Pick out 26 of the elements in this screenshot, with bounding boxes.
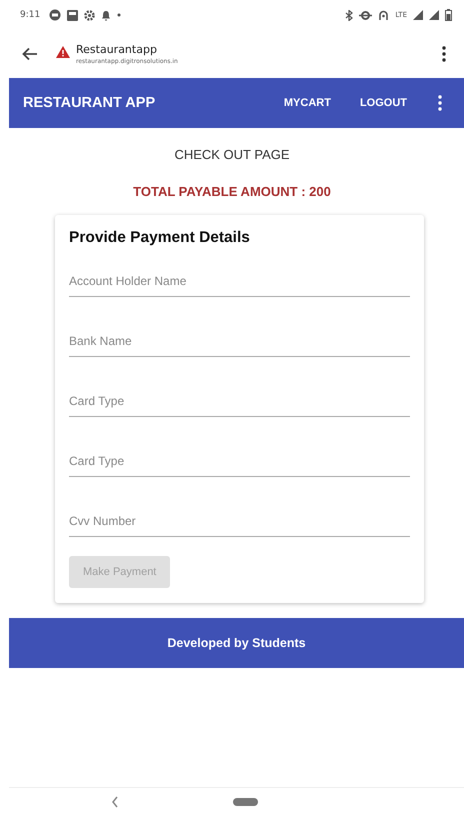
battery-icon: [445, 9, 452, 21]
page-heading: CHECK OUT PAGE: [173, 147, 291, 162]
input-field[interactable]: Card Type: [69, 386, 410, 417]
hotspot-icon: [378, 10, 390, 20]
home-pill[interactable]: [233, 798, 258, 806]
warning-icon: [56, 46, 70, 58]
page-title: Restaurantapp: [76, 43, 158, 56]
footer-text: Developed by Students: [167, 636, 306, 650]
total-amount: TOTAL PAYABLE AMOUNT : 200: [132, 184, 332, 199]
more-options-icon[interactable]: [442, 46, 446, 62]
gear-icon: [84, 10, 96, 20]
nav-link[interactable]: LOGOUT: [360, 93, 407, 113]
form-title: Provide Payment Details: [69, 229, 251, 247]
app-title: RESTAURANT APP: [23, 95, 156, 111]
bluetooth-icon: [345, 10, 354, 20]
dot-icon: [117, 13, 122, 17]
more-options-icon[interactable]: [438, 95, 442, 111]
status-time: 9:11: [20, 10, 40, 20]
input-field[interactable]: Card Type: [69, 446, 410, 477]
input-field[interactable]: Bank Name: [69, 326, 410, 357]
input-field[interactable]: Cvv Number: [69, 506, 410, 537]
nav-link[interactable]: MYCART: [284, 93, 331, 113]
back-icon[interactable]: [111, 796, 119, 808]
input-field[interactable]: Account Holder Name: [69, 266, 410, 297]
bell-icon: [101, 10, 112, 20]
back-arrow-icon[interactable]: [22, 47, 38, 61]
